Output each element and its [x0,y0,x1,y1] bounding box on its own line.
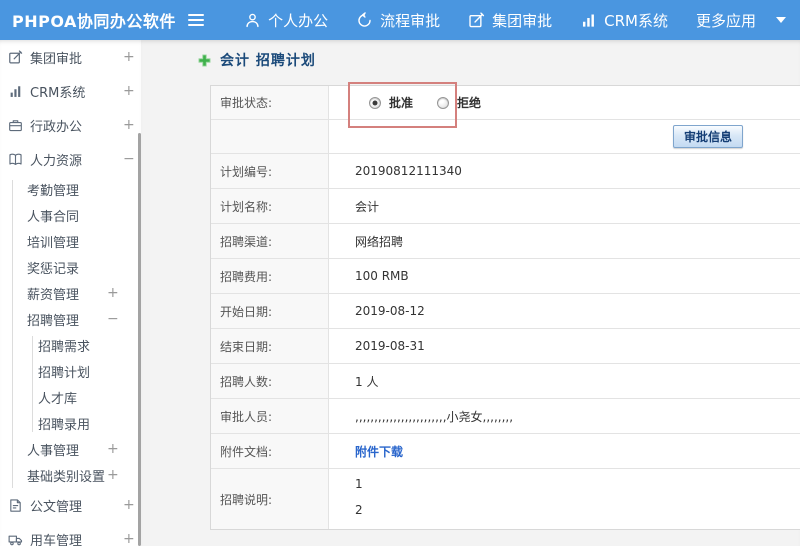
field-label: 结束日期: [211,329,329,363]
approve-radio-label[interactable]: 批准 [389,94,413,111]
expander-toggle[interactable]: + [123,50,135,64]
page-title: 会计 招聘计划 [198,50,316,70]
sidebar-item[interactable]: 招聘录用 [0,410,141,436]
approval-button-row: 审批信息 [211,120,800,154]
field-row: 审批人员: ,,,,,,,,,,,,,,,,,,,,,,,,小尧女,,,,,,,… [211,399,800,434]
expander-toggle[interactable]: + [107,286,119,300]
field-label: 招聘人数: [211,364,329,398]
empty-label-cell [211,120,329,153]
expander-toggle[interactable]: + [123,84,135,98]
sidebar-item[interactable]: 招聘管理 − [0,306,141,332]
expander-toggle[interactable]: + [107,468,119,482]
top-nav: 个人办公 流程审批 集团审批 CRM系统 更多应用 [230,0,800,40]
field-label: 招聘说明: [211,469,329,529]
description-line: 2 [355,503,363,517]
user-icon [244,12,261,29]
field-row: 计划名称: 会计 [211,189,800,224]
sidebar-item[interactable]: 公文管理 + [0,488,141,522]
field-label: 招聘渠道: [211,224,329,258]
sidebar-item[interactable]: 培训管理 [0,228,141,254]
approve-radio[interactable] [369,96,381,109]
nav-item[interactable]: CRM系统 [566,0,682,40]
book-icon [8,152,23,167]
process-icon [356,12,373,29]
app-logo: PHPOA协同办公软件 [12,12,176,31]
field-row: 招聘费用: 100 RMB [211,259,800,294]
expander-toggle[interactable]: + [107,442,119,456]
field-value: 网络招聘 [355,234,404,249]
tree-guide-line [12,180,13,488]
edit-icon [8,50,23,65]
field-value: 100 RMB [355,269,409,283]
field-label: 开始日期: [211,294,329,328]
approval-status-row: 审批状态: 批准 拒绝 [211,86,800,120]
tree-guide-line [32,336,33,432]
field-label: 审批人员: [211,399,329,433]
reject-radio[interactable] [437,96,450,109]
field-label: 计划名称: [211,189,329,223]
expander-toggle[interactable]: + [123,498,135,512]
field-row: 招聘人数: 1 人 [211,364,800,399]
chart-icon [580,12,597,29]
field-label: 计划编号: [211,154,329,188]
nav-item-more-apps[interactable]: 更多应用 [682,0,800,40]
document-icon [8,498,23,513]
attachment-download-link[interactable]: 附件下载 [355,443,403,460]
sidebar-item[interactable]: CRM系统 + [0,74,141,108]
field-label: 附件文档: [211,434,329,468]
hamburger-menu-icon[interactable] [188,0,214,40]
page-title-text: 会计 招聘计划 [220,53,316,69]
field-row: 结束日期: 2019-08-31 [211,329,800,364]
field-row: 计划编号: 20190812111340 [211,154,800,189]
expander-toggle[interactable]: − [123,152,135,166]
expander-toggle[interactable]: + [123,532,135,546]
sidebar: 集团审批 + CRM系统 + 行政办公 + 人力资源 − 考勤管理 人事合同 培… [0,40,141,546]
truck-icon [8,532,23,546]
sidebar-item[interactable]: 用车管理 + [0,522,141,546]
attachment-row: 附件文档: 附件下载 [211,434,800,469]
main-content: 会计 招聘计划 审批状态: 批准 拒绝 审批信息 计划编号: 201908121… [141,40,800,546]
field-value: 会计 [355,199,380,214]
reject-radio-label[interactable]: 拒绝 [457,94,481,111]
plus-icon [198,54,211,67]
sidebar-item[interactable]: 人事合同 [0,202,141,228]
detail-table: 审批状态: 批准 拒绝 审批信息 计划编号: 20190812111340 计划… [210,85,800,530]
expander-toggle[interactable]: − [107,312,119,326]
chart-icon [8,84,23,99]
app-header: PHPOA协同办公软件 个人办公 流程审批 集团审批 CRM系统 更多应用 [0,0,800,40]
sidebar-item[interactable]: 考勤管理 [0,176,141,202]
edit-icon [468,12,485,29]
sidebar-item[interactable]: 行政办公 + [0,108,141,142]
field-value: ,,,,,,,,,,,,,,,,,,,,,,,,小尧女,,,,,,,, [355,409,514,424]
sidebar-item[interactable]: 集团审批 + [0,40,141,74]
field-value: 2019-08-31 [355,339,425,353]
approval-radio-group: 批准 拒绝 [329,86,800,119]
sidebar-item[interactable]: 薪资管理 + [0,280,141,306]
field-row: 招聘渠道: 网络招聘 [211,224,800,259]
field-value: 20190812111340 [355,164,462,178]
sidebar-item[interactable]: 人事管理 + [0,436,141,462]
approval-info-button[interactable]: 审批信息 [673,125,744,148]
expander-toggle[interactable]: + [123,118,135,132]
description-line: 1 [355,477,363,491]
sidebar-item[interactable]: 人力资源 − [0,142,141,176]
sidebar-item[interactable]: 招聘计划 [0,358,141,384]
field-label: 审批状态: [211,86,329,119]
briefcase-icon [8,118,23,133]
field-label: 招聘费用: [211,259,329,293]
sidebar-item[interactable]: 基础类别设置 + [0,462,141,488]
sidebar-item[interactable]: 人才库 [0,384,141,410]
field-value: 1 人 [355,374,379,389]
nav-item[interactable]: 个人办公 [230,0,342,40]
nav-item[interactable]: 集团审批 [454,0,566,40]
field-row: 开始日期: 2019-08-12 [211,294,800,329]
sidebar-item[interactable]: 奖惩记录 [0,254,141,280]
nav-item[interactable]: 流程审批 [342,0,454,40]
description-row: 招聘说明: 1 2 [211,469,800,529]
field-value: 2019-08-12 [355,304,425,318]
sidebar-item[interactable]: 招聘需求 [0,332,141,358]
caret-down-icon [776,17,786,23]
